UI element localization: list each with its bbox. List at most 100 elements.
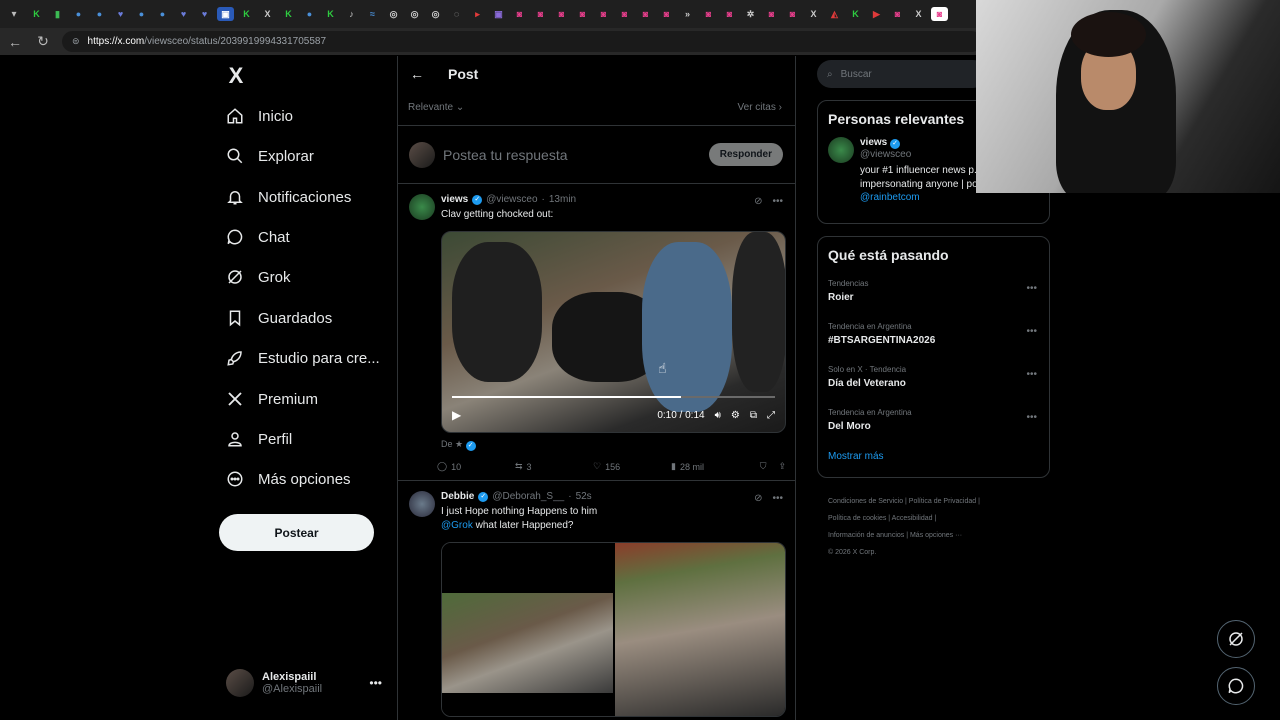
- tab-favicon-icon[interactable]: K: [847, 7, 864, 21]
- reply-button[interactable]: Responder: [708, 143, 783, 166]
- tab-favicon-icon[interactable]: ◙: [511, 7, 528, 21]
- tab-favicon-icon[interactable]: ◙: [553, 7, 570, 21]
- tab-favicon-icon[interactable]: ◙: [700, 7, 717, 21]
- share-icon[interactable]: ⇪: [778, 461, 786, 472]
- tweet-photo[interactable]: [442, 543, 613, 716]
- tweet-author-handle[interactable]: @viewsceo: [486, 194, 537, 205]
- bio-link[interactable]: @rainbetcom: [860, 192, 1039, 203]
- repost-action[interactable]: ⇆ 3: [515, 461, 593, 472]
- tweet[interactable]: Debbie ✓ @Deborah_S__ · 52s I just Hope …: [398, 481, 795, 717]
- play-icon[interactable]: ▶: [452, 408, 461, 422]
- more-dots-icon[interactable]: •••: [772, 196, 783, 207]
- tab-favicon-icon[interactable]: ◙: [595, 7, 612, 21]
- nav-item-grok[interactable]: Grok: [226, 264, 291, 290]
- more-dots-icon[interactable]: •••: [1026, 283, 1037, 294]
- search-box[interactable]: ⌕ Buscar: [817, 60, 987, 88]
- tab-favicon-icon[interactable]: ◙: [532, 7, 549, 21]
- grok-icon[interactable]: ⊘: [754, 493, 762, 504]
- nav-item-chat[interactable]: Chat: [226, 224, 290, 250]
- more-dots-icon[interactable]: •••: [369, 676, 382, 690]
- tweet[interactable]: views ✓ @viewsceo · 13min Clav getting c…: [398, 184, 795, 481]
- tweet-author-name[interactable]: views: [441, 194, 468, 205]
- video-progress-bar[interactable]: [452, 396, 775, 398]
- tab-favicon-icon[interactable]: ◙: [658, 7, 675, 21]
- nav-item-explore[interactable]: Explorar: [226, 143, 314, 169]
- tweet-time[interactable]: 13min: [549, 194, 576, 205]
- tab-favicon-icon[interactable]: ▣: [490, 7, 507, 21]
- tab-favicon-icon[interactable]: ♥: [196, 7, 213, 21]
- more-dots-icon[interactable]: •••: [772, 493, 783, 504]
- tab-favicon-icon[interactable]: ◙: [763, 7, 780, 21]
- nav-item-premium[interactable]: Premium: [226, 386, 318, 412]
- tweet-time[interactable]: 52s: [576, 491, 592, 502]
- tab-favicon-icon[interactable]: ✲: [742, 7, 759, 21]
- nav-item-home[interactable]: Inicio: [226, 103, 293, 129]
- tab-favicon-icon[interactable]: ◙: [721, 7, 738, 21]
- search-input[interactable]: Buscar: [841, 69, 872, 80]
- reload-icon[interactable]: ↻: [34, 33, 52, 50]
- tweet-author-name[interactable]: Debbie: [441, 491, 474, 502]
- tweet-photo[interactable]: [615, 543, 785, 716]
- tab-search-icon[interactable]: ▾: [4, 4, 24, 24]
- tab-favicon-icon[interactable]: ◙: [616, 7, 633, 21]
- tab-favicon-icon[interactable]: ◌: [448, 7, 465, 21]
- show-more-link[interactable]: Mostrar más: [818, 445, 1049, 474]
- footer-line[interactable]: Política de cookies | Accesibilidad |: [828, 510, 1028, 527]
- tab-favicon-icon[interactable]: ◙: [637, 7, 654, 21]
- tab-favicon-icon[interactable]: »: [679, 7, 696, 21]
- site-info-icon[interactable]: ⊜: [72, 36, 80, 47]
- nav-item-creator-studio[interactable]: Estudio para cre...: [226, 345, 380, 371]
- views-action[interactable]: ▮ 28 mil: [671, 461, 749, 472]
- relevant-user-name[interactable]: views: [860, 137, 887, 148]
- tab-favicon-icon[interactable]: ▮: [49, 7, 66, 21]
- back-arrow-icon[interactable]: ←: [6, 34, 24, 50]
- tab-favicon-icon[interactable]: ●: [154, 7, 171, 21]
- video-player[interactable]: ▶ 0:10 / 0:14 🔊︎ ⚙︎ ⧉ ⤢: [441, 231, 786, 433]
- tab-favicon-icon[interactable]: ▶: [868, 7, 885, 21]
- chat-fab-button[interactable]: [1217, 667, 1255, 705]
- tab-favicon-icon[interactable]: ●: [133, 7, 150, 21]
- tab-favicon-icon[interactable]: ◎: [427, 7, 444, 21]
- post-button[interactable]: Postear: [219, 514, 374, 551]
- tab-favicon-icon[interactable]: ●: [91, 7, 108, 21]
- grok-fab-button[interactable]: [1217, 620, 1255, 658]
- fullscreen-icon[interactable]: ⤢: [767, 410, 775, 421]
- nav-item-bookmarks[interactable]: Guardados: [226, 305, 332, 331]
- trend-item[interactable]: Solo en X · Tendencia Día del Veterano •…: [818, 359, 1049, 402]
- pip-icon[interactable]: ⧉: [750, 410, 757, 421]
- trend-item[interactable]: Tendencia en Argentina Del Moro •••: [818, 402, 1049, 445]
- tab-favicon-icon[interactable]: ▸: [469, 7, 486, 21]
- tab-favicon-icon[interactable]: ◙: [574, 7, 591, 21]
- tab-favicon-icon[interactable]: ◭: [826, 7, 843, 21]
- mention-link[interactable]: @Grok: [441, 520, 473, 531]
- tab-favicon-icon[interactable]: ◎: [406, 7, 423, 21]
- tab-favicon-icon[interactable]: ♥: [175, 7, 192, 21]
- tab-favicon-icon[interactable]: ♥: [112, 7, 129, 21]
- tab-favicon-icon[interactable]: X: [805, 7, 822, 21]
- reply-input[interactable]: Postea tu respuesta: [443, 147, 701, 163]
- tweet-author-handle[interactable]: @Deborah_S__: [492, 491, 564, 502]
- bookmark-icon[interactable]: ⛉: [760, 461, 767, 472]
- more-dots-icon[interactable]: •••: [1026, 412, 1037, 423]
- tab-favicon-icon[interactable]: X: [910, 7, 927, 21]
- account-switcher[interactable]: Alexispaiil @Alexispaiil •••: [226, 668, 386, 698]
- trend-item[interactable]: Tendencia en Argentina #BTSARGENTINA2026…: [818, 316, 1049, 359]
- tab-favicon-icon[interactable]: K: [28, 7, 45, 21]
- nav-item-more[interactable]: Más opciones: [226, 466, 351, 492]
- reply-action[interactable]: ◯ 10: [437, 461, 515, 472]
- more-dots-icon[interactable]: •••: [1026, 369, 1037, 380]
- volume-icon[interactable]: 🔊︎: [715, 410, 721, 421]
- footer-line[interactable]: Información de anuncios | Más opciones ·…: [828, 527, 1028, 544]
- view-quotes-link[interactable]: Ver citas ›: [738, 102, 782, 125]
- back-arrow-icon[interactable]: ←: [410, 66, 424, 82]
- more-dots-icon[interactable]: •••: [1026, 326, 1037, 337]
- url-field[interactable]: ⊜ https://x.com/viewsceo/status/20399199…: [62, 31, 982, 52]
- settings-icon[interactable]: ⚙︎: [731, 410, 740, 421]
- trend-item[interactable]: Tendencias Roier •••: [818, 273, 1049, 316]
- nav-item-profile[interactable]: Perfil: [226, 426, 292, 452]
- footer-line[interactable]: Condiciones de Servicio | Política de Pr…: [828, 493, 1028, 510]
- like-action[interactable]: ♡ 156: [593, 461, 671, 472]
- grok-icon[interactable]: ⊘: [754, 196, 762, 207]
- tab-favicon-icon[interactable]: ◙: [889, 7, 906, 21]
- nav-item-notifications[interactable]: Notificaciones: [226, 184, 351, 210]
